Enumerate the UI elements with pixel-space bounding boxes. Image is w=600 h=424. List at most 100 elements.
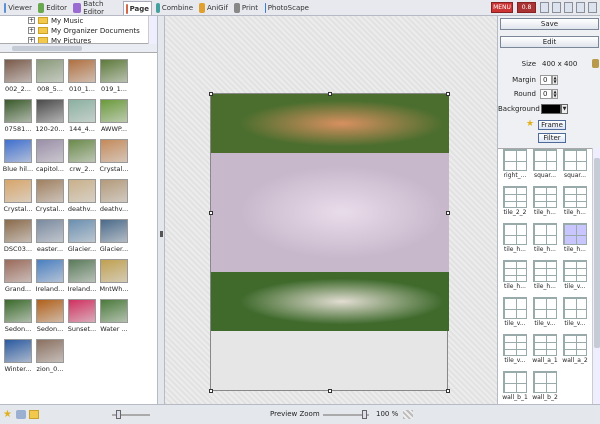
window-icon[interactable] [588,2,597,13]
template-preview[interactable] [533,334,557,356]
template-item[interactable]: squar... [561,149,589,179]
thumbnail-image[interactable] [4,259,32,283]
template-preview[interactable] [533,186,557,208]
info-icon[interactable] [576,2,585,13]
template-preview[interactable] [533,260,557,282]
template-item[interactable]: tile_v... [561,260,589,290]
thumbnail-item[interactable]: Grand... [2,259,34,293]
background-color-swatch[interactable] [541,104,561,114]
thumbnail-item[interactable]: Blue hil... [2,139,34,173]
template-scrollbar[interactable] [592,148,600,404]
round-field[interactable]: 0 [540,89,552,99]
template-item[interactable]: wall_a_2 [561,334,589,364]
thumbnail-item[interactable]: Crystal... [98,139,130,173]
thumbnail-item[interactable]: DSC03... [2,219,34,253]
template-item[interactable]: tile_h... [561,223,589,253]
size-pin-icon[interactable] [592,59,599,68]
template-preview[interactable] [533,297,557,319]
thumbnail-item[interactable]: Ireland... [34,259,66,293]
tree-item[interactable]: + My Music [28,16,83,25]
tree-item[interactable]: + My Organizer Documents [28,26,140,35]
thumbnail-image[interactable] [100,299,128,323]
template-item[interactable]: wall_a_1 [531,334,559,364]
panel-splitter[interactable] [157,16,165,404]
template-item[interactable]: tile_h... [531,186,559,216]
thumbnail-image[interactable] [4,299,32,323]
resize-handle[interactable] [209,211,213,215]
thumbnail-item[interactable]: Water ... [98,299,130,333]
template-preview[interactable] [503,371,527,393]
thumbnail-item[interactable]: Winter... [2,339,34,373]
thumbnail-item[interactable]: 010_1... [66,59,98,93]
frame-button[interactable]: Frame [538,120,566,130]
thumbnail-image[interactable] [68,99,96,123]
thumbnail-image[interactable] [68,259,96,283]
thumbnail-item[interactable]: 019_1... [98,59,130,93]
expand-icon[interactable]: + [28,37,35,43]
thumbnail-item[interactable]: Sedon... [34,299,66,333]
template-item[interactable]: wall_b_2 [531,371,559,401]
open-folder-icon[interactable] [29,410,39,419]
thumbnail-image[interactable] [68,139,96,163]
size-button[interactable]: 0.8 [517,2,536,13]
fit-zoom-icon[interactable] [403,410,413,419]
template-preview[interactable] [563,334,587,356]
template-item[interactable]: tile_v... [531,297,559,327]
expand-icon[interactable]: + [28,17,35,24]
thumbnail-image[interactable] [68,299,96,323]
thumbnail-image[interactable] [100,179,128,203]
folder-tree-hscrollbar[interactable] [0,44,157,53]
filter-button[interactable]: Filter [538,133,566,143]
tree-item[interactable]: + My Pictures [28,36,91,43]
template-item[interactable]: right_... [501,149,529,179]
thumbnail-item[interactable]: 07581... [2,99,34,133]
template-item[interactable]: squar... [531,149,559,179]
thumbnail-image[interactable] [68,219,96,243]
thumbnail-item[interactable]: Sedon... [2,299,34,333]
tab-viewer[interactable]: Viewer [2,1,34,15]
resize-handle[interactable] [209,389,213,393]
thumbnail-item[interactable]: Sunset... [66,299,98,333]
thumbnail-item[interactable]: zion_0... [34,339,66,373]
expand-icon[interactable]: + [28,27,35,34]
page-photo-magnolia-blossoms[interactable] [211,153,449,272]
thumbnail-item[interactable]: 120-20... [34,99,66,133]
thumbnail-item[interactable]: MntWh... [98,259,130,293]
thumbnail-image[interactable] [100,139,128,163]
background-dropdown-icon[interactable]: ▼ [561,104,568,114]
thumbnail-image[interactable] [36,59,64,83]
thumbnail-image[interactable] [100,219,128,243]
page-layout-canvas[interactable] [209,92,450,393]
preview-zoom-knob[interactable] [362,410,367,419]
thumbnail-image[interactable] [4,139,32,163]
save-button[interactable]: Save [500,18,599,30]
margin-field[interactable]: 0 [540,75,552,85]
template-preview[interactable] [533,223,557,245]
template-preview[interactable] [563,297,587,319]
thumbnail-item[interactable]: Crystal... [2,179,34,213]
thumbnail-image[interactable] [36,259,64,283]
template-item[interactable]: wall_b_1 [501,371,529,401]
resize-handle[interactable] [209,92,213,96]
menu-button[interactable]: MENU [491,2,513,13]
margin-spinner[interactable]: ▲ ▼ [552,75,558,85]
thumbnail-image[interactable] [36,139,64,163]
resize-handle[interactable] [446,92,450,96]
thumbnail-image[interactable] [4,99,32,123]
template-preview[interactable] [503,334,527,356]
template-preview[interactable] [563,149,587,171]
template-preview[interactable] [503,186,527,208]
thumbnail-image[interactable] [4,219,32,243]
settings-icon[interactable] [552,2,561,13]
template-preview[interactable] [503,260,527,282]
template-preview[interactable] [533,149,557,171]
edit-button[interactable]: Edit [500,36,599,48]
thumbnail-item[interactable]: capitol... [34,139,66,173]
thumbnail-size-knob[interactable] [116,410,121,419]
help-icon[interactable] [540,2,549,13]
thumbnail-image[interactable] [4,59,32,83]
template-preview[interactable] [503,223,527,245]
template-preview[interactable] [563,223,587,245]
thumbnail-image[interactable] [100,59,128,83]
resize-handle[interactable] [446,389,450,393]
